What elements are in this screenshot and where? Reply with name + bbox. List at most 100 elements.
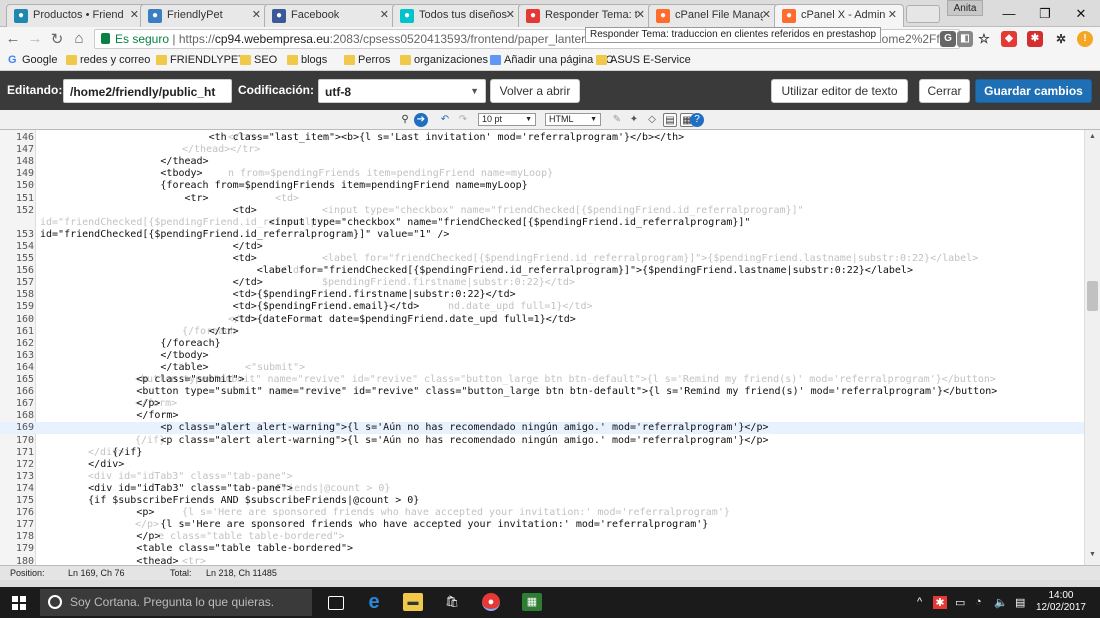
help-icon[interactable]: ? [690,113,704,127]
browser-tab[interactable]: ● FriendlyPet ✕ [140,4,268,27]
volume-icon[interactable]: 🔈 [994,596,1008,609]
code-line[interactable]: 161 {/foreach </tr> [0,326,1084,338]
bookmark-item[interactable]: ASUS E-Service [596,54,691,66]
lastpass-icon[interactable]: ✱ [1027,31,1043,47]
browser-tab[interactable]: ● cPanel File Manag ✕ [648,4,778,27]
binoculars-icon[interactable]: ⚲ [398,113,412,127]
bookmark-item[interactable]: Añadir una página a C [490,54,613,66]
bookmark-item[interactable]: FRIENDLYPET [156,54,245,66]
minimize-button[interactable]: — [991,0,1027,27]
reload-icon[interactable]: ↻ [48,30,66,48]
scroll-up-icon[interactable]: ▲ [1089,133,1096,140]
code-editor[interactable]: 146 </tr> <th class="last_item"><b>{l s='… [0,130,1100,565]
code-line[interactable]: 171 </div> {/if} [0,447,1084,459]
code-line[interactable]: 169 <p class="alert alert-warning">{l s=… [0,422,1084,435]
code-line[interactable]: 173 <div id="idTab3" class="tab-pane"> [0,471,1084,483]
undo-icon[interactable]: ↶ [438,113,452,127]
wand-icon[interactable]: ✦ [627,113,641,127]
code-line[interactable]: 157 $pendingFriend.firstname|substr:0:22}… [0,277,1084,289]
battery-icon[interactable]: ▭ [955,596,965,609]
save-changes-button[interactable]: Guardar cambios [975,79,1092,103]
windows-start-icon[interactable] [12,596,26,610]
code-line[interactable]: 168 </form> [0,410,1084,422]
highlight-icon[interactable]: ✎ [610,113,624,127]
file-path-field[interactable]: /home2/friendly/public_ht [63,79,232,103]
font-size-select[interactable]: 10 pt ▼ [478,113,536,126]
code-line[interactable]: 180 <tr> <thead> [0,556,1084,566]
settings-ext-icon[interactable]: ✲ [1053,31,1069,47]
translate-icon[interactable]: G [940,31,956,47]
code-line[interactable]: 176 {l s='Here are sponsored friends who … [0,507,1084,519]
syntax-select[interactable]: HTML ▼ [545,113,601,126]
scrollbar-thumb[interactable] [1087,281,1098,311]
browser-tab[interactable]: ● cPanel X - Admin ✕ [774,4,904,27]
fullscreen-icon[interactable]: ▤ [663,113,677,127]
ext-red-icon[interactable]: ◆ [1001,31,1017,47]
redo-icon[interactable]: ↷ [456,113,470,127]
code-line[interactable]: 148 </thead> [0,156,1084,168]
forward-icon[interactable]: → [26,30,44,47]
code-line[interactable]: 156 </td> <label for="friendChecked[{$pen… [0,265,1084,277]
clock[interactable]: 14:00 12/02/2017 [1036,590,1086,614]
code-line[interactable]: 155 <label for="friendChecked[{$pendingFr… [0,253,1084,265]
code-line[interactable]: 172 </div> [0,459,1084,471]
code-line[interactable]: 167 </form> </p> [0,398,1084,410]
code-line[interactable]: 151 <td> <tr> [0,193,1084,205]
code-line[interactable]: 179 <table class="table table-bordered"> [0,543,1084,555]
code-line[interactable]: 174 eFriends|@count > 0} <div id="idTab3"… [0,483,1084,495]
close-tab-icon[interactable]: ✕ [506,8,515,21]
file-explorer-icon[interactable]: ▬ [403,593,423,611]
code-line[interactable]: 163 </tbody> [0,350,1084,362]
close-tab-icon[interactable]: ✕ [888,8,897,21]
code-line[interactable]: 165 <button type="submit" name="revive" i… [0,374,1084,386]
code-line[interactable]: id="friendChecked[{$pendingFriend.id_ref… [0,217,1084,229]
code-line[interactable]: 170 {/if} <p class="alert alert-warning">… [0,435,1084,447]
encoding-select[interactable]: utf-8 ▼ [318,79,486,103]
code-line[interactable]: 164 <"submit"> </table> [0,362,1084,374]
user-chip[interactable]: Anita [947,0,983,16]
vertical-scrollbar[interactable]: ▲ ▼ [1084,130,1100,565]
cortana-search[interactable]: Soy Cortana. Pregunta lo que quieras. [40,589,312,616]
store-icon[interactable]: 🛍 [442,593,462,611]
maximize-button[interactable]: ❐ [1027,0,1063,27]
bookmark-item[interactable]: SEO [240,54,277,66]
code-line[interactable]: 152 <input type="checkbox" name="friendCh… [0,205,1084,217]
bookmark-item[interactable]: blogs [287,54,327,66]
browser-tab[interactable]: ● Productos • Friend ✕ [6,4,146,27]
code-line[interactable]: 146 </tr> <th class="last_item"><b>{l s='… [0,132,1084,144]
bookmark-item[interactable]: G Google [8,54,57,66]
bookmark-star-icon[interactable]: ☆ [976,31,992,47]
extension-icon[interactable]: ◧ [957,31,973,47]
code-line[interactable]: 154 </td> [0,241,1084,253]
tray-expand-icon[interactable]: ^ [917,596,922,608]
task-view-icon[interactable] [328,596,344,610]
horizontal-scrollbar[interactable] [0,580,1100,587]
code-line[interactable]: 175 {if $subscribeFriends AND $subscribe… [0,495,1084,507]
code-line[interactable]: 160 </tr> <td>{dateFormat date=$pendingFr… [0,314,1084,326]
new-tab-button[interactable] [906,5,940,23]
home-icon[interactable]: ⌂ [70,30,88,47]
bookmark-item[interactable]: organizaciones [400,54,488,66]
close-tab-icon[interactable]: ✕ [130,8,139,21]
eraser-icon[interactable]: ◇ [645,113,659,127]
browser-tab[interactable]: ● Responder Tema: t ✕ [518,4,652,27]
code-line[interactable]: 159 nd.date_upd full=1}</td> <td>{$pendin… [0,301,1084,313]
close-tab-icon[interactable]: ✕ [636,8,645,21]
edge-icon[interactable]: e [364,592,384,612]
code-line[interactable]: 150 {foreach from=$pendingFriends item=p… [0,180,1084,192]
browser-tab[interactable]: ● Todos tus diseños ✕ [392,4,522,27]
back-icon[interactable]: ← [4,30,22,47]
close-tab-icon[interactable]: ✕ [252,8,261,21]
code-line[interactable]: 149 n from=$pendingFriends item=pendingFr… [0,168,1084,180]
notifications-icon[interactable]: ▤ [1015,596,1025,609]
close-window-button[interactable]: ✕ [1063,0,1099,27]
reopen-button[interactable]: Volver a abrir [490,79,580,103]
browser-tab[interactable]: ● Facebook ✕ [264,4,396,27]
code-line[interactable]: 158 <td>{$pendingFriend.firstname|substr… [0,289,1084,301]
bookmark-item[interactable]: Perros [344,54,390,66]
close-tab-icon[interactable]: ✕ [380,8,389,21]
code-line[interactable]: 177 </p> {l s='Here are sponsored friends… [0,519,1084,531]
app-icon[interactable]: ▦ [522,593,542,611]
bookmark-item[interactable]: redes y correo [66,54,150,66]
code-line[interactable]: 178 e class="table table-bordered"> </p> [0,531,1084,543]
